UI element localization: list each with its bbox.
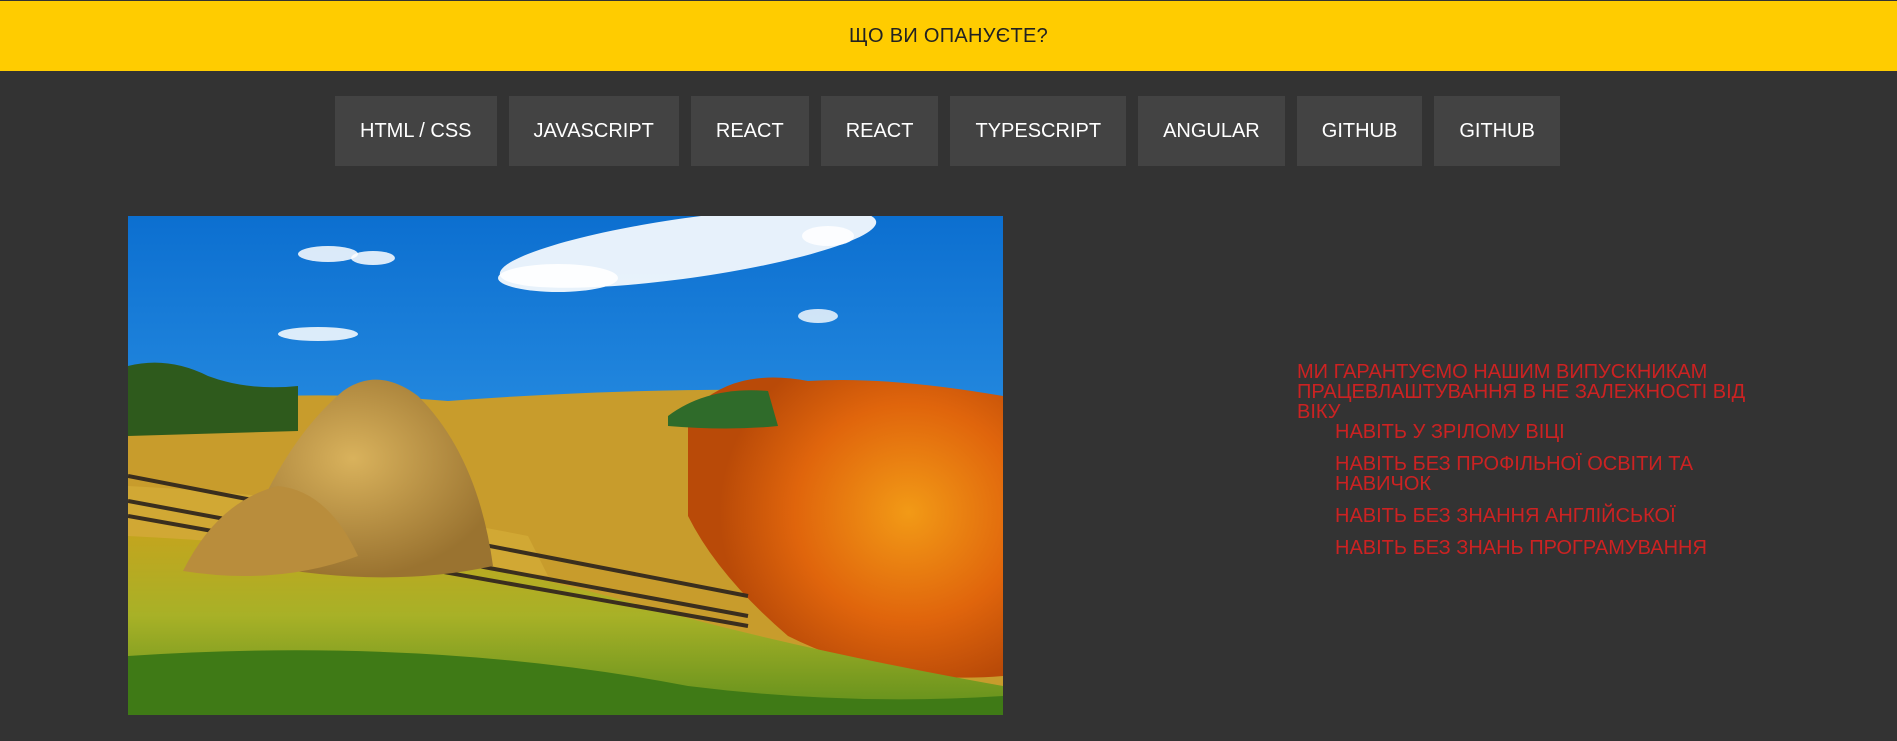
promo-heading: МИ ГАРАНТУЄМО НАШИМ ВИПУСКНИКАМ ПРАЦЕВЛА…: [1297, 361, 1746, 423]
promo-block: МИ ГАРАНТУЄМО НАШИМ ВИПУСКНИКАМ ПРАЦЕВЛА…: [1297, 362, 1777, 570]
landscape-illustration: [128, 216, 1003, 715]
promo-list: НАВІТЬ У ЗРІЛОМУ ВІЦІ НАВІТЬ БЕЗ ПРОФІЛЬ…: [1297, 422, 1777, 558]
tab-react-2[interactable]: REACT: [820, 96, 939, 166]
tab-javascript[interactable]: JAVASCRIPT: [508, 96, 679, 166]
list-item: НАВІТЬ БЕЗ ЗНАННЯ АНГЛІЙСЬКОЇ: [1335, 505, 1676, 527]
tab-github[interactable]: GITHUB: [1296, 96, 1423, 166]
tab-html-css[interactable]: HTML / CSS: [335, 96, 497, 166]
tab-typescript[interactable]: TYPESCRIPT: [950, 96, 1127, 166]
top-banner: ЩО ВИ ОПАНУЄТЕ?: [0, 1, 1897, 71]
list-item: НАВІТЬ БЕЗ ЗНАНЬ ПРОГРАМУВАННЯ: [1335, 537, 1707, 559]
hero-image: [128, 216, 1003, 715]
tab-react[interactable]: REACT: [690, 96, 809, 166]
list-item: НАВІТЬ БЕЗ ПРОФІЛЬНОЇ ОСВІТИ ТА НАВИЧОК: [1335, 453, 1694, 495]
tab-github-2[interactable]: GITHUB: [1434, 96, 1560, 166]
tab-angular[interactable]: ANGULAR: [1138, 96, 1285, 166]
list-item: НАВІТЬ У ЗРІЛОМУ ВІЦІ: [1335, 421, 1565, 443]
banner-title: ЩО ВИ ОПАНУЄТЕ?: [848, 24, 1049, 47]
course-tabs: HTML / CSS JAVASCRIPT REACT REACT TYPESC…: [335, 96, 1560, 166]
